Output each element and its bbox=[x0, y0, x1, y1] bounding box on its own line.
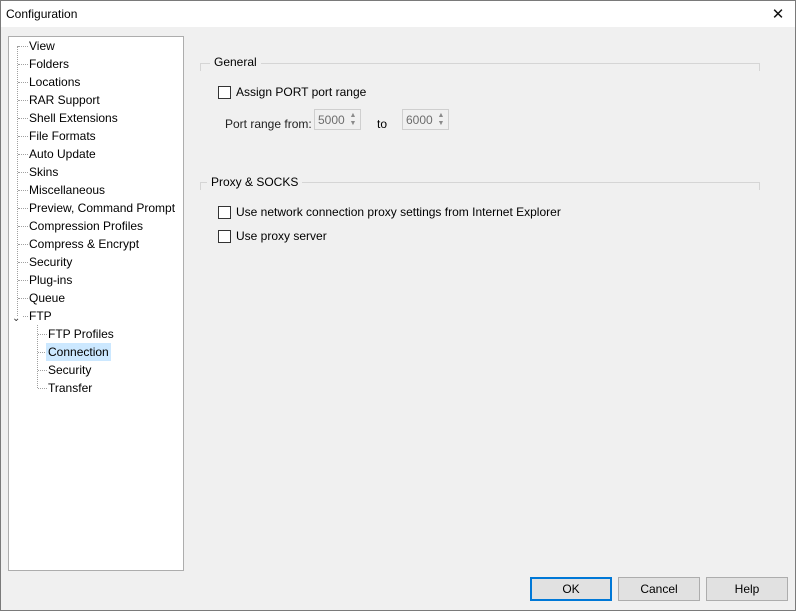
tree-item-skins[interactable]: Skins bbox=[27, 163, 60, 181]
tree-item-folders[interactable]: Folders bbox=[27, 55, 71, 73]
tree-item-compression-profiles[interactable]: Compression Profiles bbox=[27, 217, 145, 235]
tree-item-plug-ins[interactable]: Plug-ins bbox=[27, 271, 74, 289]
help-button[interactable]: Help bbox=[706, 577, 788, 601]
tree-item-rar-support[interactable]: RAR Support bbox=[27, 91, 102, 109]
use-ie-proxy-row[interactable]: Use network connection proxy settings fr… bbox=[218, 205, 561, 219]
tree-item-connection[interactable]: Connection bbox=[46, 343, 111, 361]
tree-item-queue[interactable]: Queue bbox=[27, 289, 67, 307]
configuration-dialog: Configuration ✕ View Folders Locations R… bbox=[0, 0, 796, 611]
tree-item-ftp[interactable]: FTP bbox=[27, 307, 54, 325]
port-to-spinner[interactable]: 6000 ▲ ▼ bbox=[402, 109, 449, 130]
window-title: Configuration bbox=[6, 7, 78, 21]
spinner-arrows-icon[interactable]: ▲ ▼ bbox=[434, 110, 448, 129]
tree-item-ftp-security[interactable]: Security bbox=[46, 361, 93, 379]
assign-port-row[interactable]: Assign PORT port range bbox=[218, 85, 366, 99]
close-icon[interactable]: ✕ bbox=[761, 1, 795, 27]
proxy-group-title: Proxy & SOCKS bbox=[207, 175, 303, 189]
tree-item-ftp-profiles[interactable]: FTP Profiles bbox=[46, 325, 116, 343]
help-button-label: Help bbox=[734, 582, 760, 596]
tree-item-transfer[interactable]: Transfer bbox=[46, 379, 94, 397]
general-group-title: General bbox=[210, 55, 261, 69]
assign-port-checkbox[interactable] bbox=[218, 85, 231, 99]
use-ie-proxy-label: Use network connection proxy settings fr… bbox=[236, 205, 561, 219]
port-from-spinner[interactable]: 5000 ▲ ▼ bbox=[314, 109, 361, 130]
tree-item-auto-update[interactable]: Auto Update bbox=[27, 145, 98, 163]
port-from-value: 5000 bbox=[318, 112, 345, 127]
tree-item-file-formats[interactable]: File Formats bbox=[27, 127, 98, 145]
tree-item-compress-encrypt[interactable]: Compress & Encrypt bbox=[27, 235, 141, 253]
use-proxy-server-row[interactable]: Use proxy server bbox=[218, 229, 327, 243]
port-to-value: 6000 bbox=[406, 112, 433, 127]
general-group-frame bbox=[200, 63, 760, 71]
to-label: to bbox=[377, 117, 388, 131]
ok-button[interactable]: OK bbox=[530, 577, 612, 601]
use-proxy-server-checkbox[interactable] bbox=[218, 229, 231, 243]
tree-guide-line bbox=[17, 46, 18, 316]
tree-item-miscellaneous[interactable]: Miscellaneous bbox=[27, 181, 107, 199]
use-ie-proxy-checkbox[interactable] bbox=[218, 205, 231, 219]
cancel-button-label: Cancel bbox=[640, 582, 678, 596]
category-tree[interactable]: View Folders Locations RAR Support Shell… bbox=[8, 36, 184, 571]
chevron-down-icon[interactable]: ⌄ bbox=[12, 314, 22, 324]
assign-port-label: Assign PORT port range bbox=[236, 85, 367, 99]
tree-item-view[interactable]: View bbox=[27, 37, 57, 55]
port-range-from-label: Port range from: bbox=[225, 117, 312, 131]
ok-button-label: OK bbox=[562, 582, 580, 596]
title-bar: Configuration ✕ bbox=[1, 1, 795, 27]
tree-item-preview-command-prompt[interactable]: Preview, Command Prompt bbox=[27, 199, 177, 217]
spinner-arrows-icon[interactable]: ▲ ▼ bbox=[346, 110, 360, 129]
cancel-button[interactable]: Cancel bbox=[618, 577, 700, 601]
tree-item-security[interactable]: Security bbox=[27, 253, 74, 271]
tree-item-locations[interactable]: Locations bbox=[27, 73, 82, 91]
use-proxy-server-label: Use proxy server bbox=[236, 229, 327, 243]
tree-item-shell-extensions[interactable]: Shell Extensions bbox=[27, 109, 120, 127]
